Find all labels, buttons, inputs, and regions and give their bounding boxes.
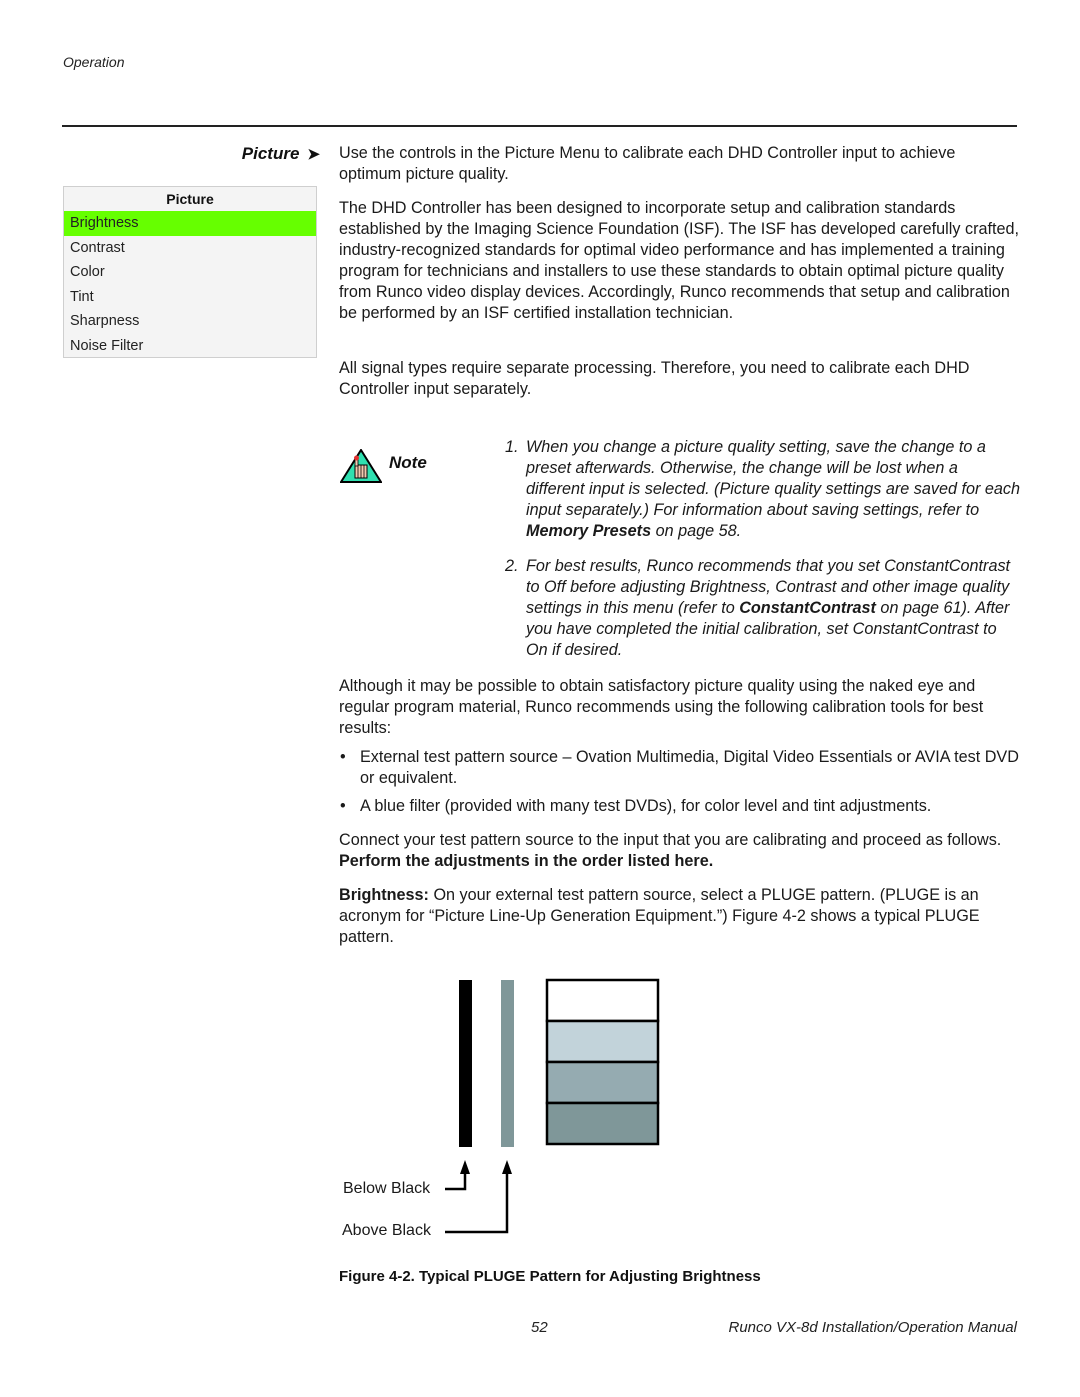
connect-paragraph: Connect your test pattern source to the …: [339, 830, 1019, 872]
note-number: 1.: [505, 438, 519, 456]
section-side-heading: Picture ➤: [180, 144, 320, 164]
list-item-text: External test pattern source – Ovation M…: [360, 748, 1019, 787]
paragraph-text: All signal types require separate proces…: [339, 359, 970, 398]
arrow-up-icon: [460, 1160, 470, 1174]
gray-step-1: [545, 978, 660, 1023]
bullet-icon: •: [340, 748, 346, 766]
note-item-1: 1. When you change a picture quality set…: [505, 437, 1020, 542]
isf-paragraph: The DHD Controller has been designed to …: [339, 198, 1019, 324]
bullet-icon: •: [340, 797, 346, 815]
page-number: 52: [531, 1319, 548, 1336]
menu-item-tint[interactable]: Tint: [64, 285, 316, 310]
tools-list: • External test pattern source – Ovation…: [339, 747, 1019, 817]
arrow-up-icon: [502, 1160, 512, 1174]
paragraph-text: The DHD Controller has been designed to …: [339, 199, 1019, 322]
note-label: Note: [389, 453, 427, 472]
pluge-figure: [445, 978, 660, 1234]
list-item: • External test pattern source – Ovation…: [339, 747, 1019, 789]
menu-item-color[interactable]: Color: [64, 260, 316, 285]
note-number: 2.: [505, 557, 519, 575]
above-black-bar: [501, 980, 514, 1147]
paragraph-text: Although it may be possible to obtain sa…: [339, 677, 984, 737]
constant-contrast-link[interactable]: ConstantContrast: [739, 599, 876, 617]
order-emphasis: Perform the adjustments in the order lis…: [339, 852, 714, 870]
gray-step-stack: [545, 978, 660, 1146]
list-item-text: A blue filter (provided with many test D…: [360, 797, 932, 815]
gray-step-4: [545, 1101, 660, 1146]
gray-step-3: [545, 1060, 660, 1105]
figure-caption: Figure 4-2. Typical PLUGE Pattern for Ad…: [339, 1268, 761, 1285]
menu-item-contrast[interactable]: Contrast: [64, 236, 316, 261]
brightness-paragraph: Brightness: On your external test patter…: [339, 885, 1019, 948]
above-black-arrow: [445, 1170, 509, 1234]
note-text: When you change a picture quality settin…: [526, 438, 1020, 519]
paragraph-text: On your external test pattern source, se…: [339, 886, 980, 946]
signal-paragraph: All signal types require separate proces…: [339, 358, 1019, 400]
menu-item-noise-filter[interactable]: Noise Filter: [64, 334, 316, 359]
below-black-bar: [459, 980, 472, 1147]
tools-paragraph: Although it may be possible to obtain sa…: [339, 676, 1019, 739]
running-head: Operation: [63, 54, 125, 70]
below-black-label: Below Black: [343, 1180, 431, 1197]
note-item-2: 2. For best results, Runco recommends th…: [505, 556, 1020, 661]
paragraph-text: Connect your test pattern source to the …: [339, 831, 1002, 849]
intro-paragraph: Use the controls in the Picture Menu to …: [339, 143, 1019, 185]
above-black-label: Above Black: [342, 1222, 431, 1239]
arrow-right-icon: ➤: [307, 146, 320, 163]
menu-title: Picture: [166, 191, 214, 207]
note-text: on page 58.: [651, 522, 742, 540]
gray-step-2: [545, 1019, 660, 1064]
paragraph-text: Use the controls in the Picture Menu to …: [339, 144, 956, 183]
list-item: • A blue filter (provided with many test…: [339, 796, 1019, 817]
header-rule: [62, 125, 1017, 127]
brightness-term: Brightness:: [339, 886, 429, 904]
side-heading-text: Picture: [241, 144, 300, 163]
memory-presets-link[interactable]: Memory Presets: [526, 522, 651, 540]
manual-title: Runco VX-8d Installation/Operation Manua…: [728, 1319, 1017, 1336]
picture-menu: Picture Brightness Contrast Color Tint S…: [63, 186, 317, 358]
menu-item-sharpness[interactable]: Sharpness: [64, 309, 316, 334]
menu-item-brightness[interactable]: Brightness: [64, 211, 316, 236]
warning-hand-icon: [340, 449, 382, 483]
